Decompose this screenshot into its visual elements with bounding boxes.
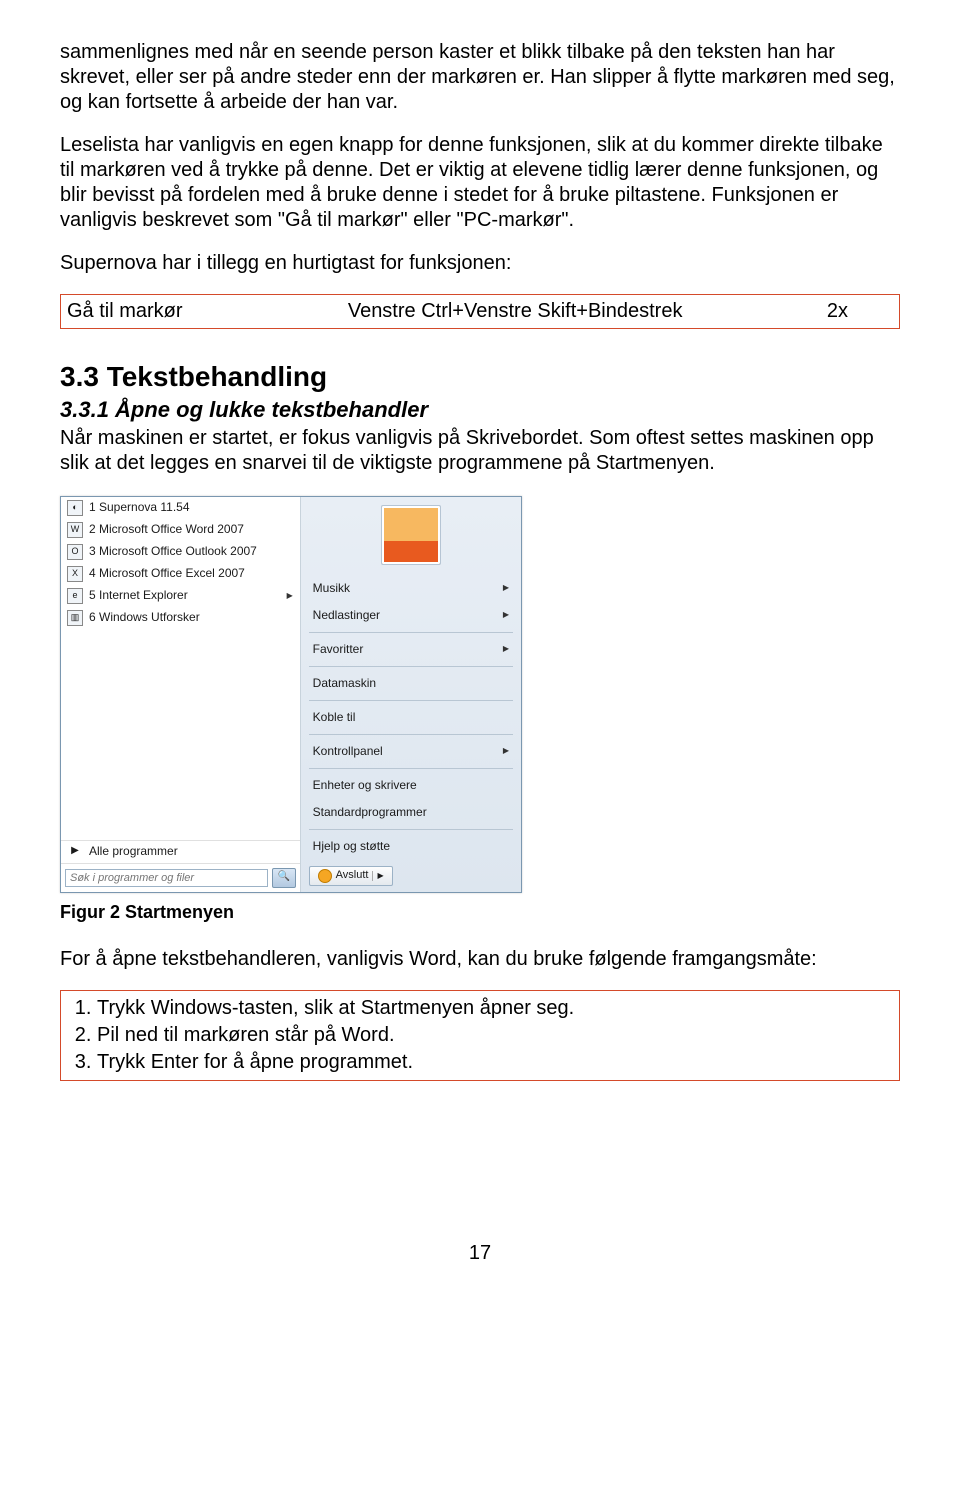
separator: [309, 829, 513, 830]
separator: [309, 632, 513, 633]
figure-startmenu: ◐ 1 Supernova 11.54 W 2 Microsoft Office Wo…: [60, 496, 900, 893]
explorer-icon: ▥: [67, 610, 83, 626]
step-item: Pil ned til markøren står på Word.: [97, 1022, 889, 1049]
start-menu-right-item[interactable]: Hjelp og støtte: [301, 833, 521, 860]
start-menu-right-label: Favoritter: [313, 642, 364, 657]
step-item: Trykk Windows-tasten, slik at Startmenye…: [97, 995, 889, 1022]
figure-caption: Figur 2 Startmenyen: [60, 901, 900, 924]
separator: [309, 734, 513, 735]
chevron-right-icon: ▶: [286, 592, 294, 600]
start-menu-right-item[interactable]: Favoritter ▶: [301, 636, 521, 663]
start-menu-item-label: 5 Internet Explorer: [89, 588, 280, 603]
chevron-right-icon: ▶: [503, 610, 509, 620]
start-menu-right-item[interactable]: Musikk ▶: [301, 575, 521, 602]
shutdown-label: Avslutt: [336, 869, 369, 883]
power-icon: [318, 869, 332, 883]
start-menu-right-label: Hjelp og støtte: [313, 839, 390, 854]
paragraph-3: Supernova har i tillegg en hurtigtast fo…: [60, 251, 900, 276]
start-menu-right-item[interactable]: Standardprogrammer: [301, 799, 521, 826]
start-menu-right-pane: Musikk ▶ Nedlastinger ▶ Favoritter ▶ Datamaski…: [301, 497, 521, 892]
step-item: Trykk Enter for å åpne programmet.: [97, 1049, 889, 1076]
start-menu-left-pane: ◐ 1 Supernova 11.54 W 2 Microsoft Office Wo…: [61, 497, 301, 892]
all-programs-label: Alle programmer: [89, 844, 294, 859]
start-menu-right-label: Nedlastinger: [313, 608, 380, 623]
search-button[interactable]: 🔍: [272, 868, 296, 888]
user-picture[interactable]: [381, 505, 441, 565]
search-icon: 🔍: [277, 871, 289, 884]
search-input[interactable]: [65, 869, 268, 887]
separator: [309, 666, 513, 667]
excel-icon: X: [67, 566, 83, 582]
start-menu-right-label: Kontrollpanel: [313, 744, 383, 759]
shutdown-row: Avslutt ▶: [301, 860, 521, 892]
outlook-icon: O: [67, 544, 83, 560]
shortcut-name: Gå til markør: [67, 299, 348, 324]
shortcut-keys: Venstre Ctrl+Venstre Skift+Bindestrek: [348, 299, 827, 324]
start-menu-right-label: Koble til: [313, 710, 356, 725]
start-menu-item-label: 6 Windows Utforsker: [89, 610, 294, 625]
start-menu-item-label: 4 Microsoft Office Excel 2007: [89, 566, 294, 581]
start-menu: ◐ 1 Supernova 11.54 W 2 Microsoft Office Wo…: [60, 496, 522, 893]
heading-2: 3.3 Tekstbehandling: [60, 359, 900, 394]
start-menu-item-label: 3 Microsoft Office Outlook 2007: [89, 544, 294, 559]
start-menu-item[interactable]: e 5 Internet Explorer ▶: [61, 585, 300, 607]
start-menu-right-label: Enheter og skrivere: [313, 778, 417, 793]
shutdown-button[interactable]: Avslutt ▶: [309, 866, 393, 886]
supernova-icon: ◐: [67, 500, 83, 516]
shortcut-box: Gå til markør Venstre Ctrl+Venstre Skift…: [60, 294, 900, 329]
paragraph-4: Når maskinen er startet, er fokus vanlig…: [60, 426, 900, 476]
heading-3: 3.3.1 Åpne og lukke tekstbehandler: [60, 396, 900, 424]
paragraph-1: sammenlignes med når en seende person ka…: [60, 40, 900, 115]
shortcut-count: 2x: [827, 299, 893, 324]
separator: [309, 700, 513, 701]
page-number: 17: [60, 1241, 900, 1266]
all-programs-item[interactable]: ▶ Alle programmer: [61, 841, 300, 863]
separator: [309, 768, 513, 769]
search-row: 🔍: [61, 863, 300, 892]
start-menu-right-item[interactable]: Nedlastinger ▶: [301, 602, 521, 629]
ie-icon: e: [67, 588, 83, 604]
chevron-right-icon: ▶: [503, 583, 509, 593]
start-menu-right-item[interactable]: Kontrollpanel ▶: [301, 738, 521, 765]
start-menu-right-item[interactable]: Koble til: [301, 704, 521, 731]
start-menu-item[interactable]: ▥ 6 Windows Utforsker: [61, 607, 300, 629]
start-menu-right-label: Datamaskin: [313, 676, 376, 691]
steps-box: Trykk Windows-tasten, slik at Startmenye…: [60, 990, 900, 1081]
start-menu-right-label: Musikk: [313, 581, 350, 596]
chevron-right-icon: ▶: [372, 871, 383, 881]
start-menu-right-item[interactable]: Datamaskin: [301, 670, 521, 697]
start-menu-right-item[interactable]: Enheter og skrivere: [301, 772, 521, 799]
paragraph-5: For å åpne tekstbehandleren, vanligvis W…: [60, 947, 900, 972]
start-menu-item[interactable]: X 4 Microsoft Office Excel 2007: [61, 563, 300, 585]
start-menu-item[interactable]: ◐ 1 Supernova 11.54: [61, 497, 300, 519]
start-menu-right-label: Standardprogrammer: [313, 805, 427, 820]
word-icon: W: [67, 522, 83, 538]
steps-list: Trykk Windows-tasten, slik at Startmenye…: [71, 995, 889, 1076]
chevron-right-icon: ▶: [503, 746, 509, 756]
paragraph-2: Leselista har vanligvis en egen knapp fo…: [60, 133, 900, 233]
start-menu-item[interactable]: O 3 Microsoft Office Outlook 2007: [61, 541, 300, 563]
chevron-right-icon: ▶: [67, 844, 83, 860]
start-menu-item-label: 2 Microsoft Office Word 2007: [89, 522, 294, 537]
chevron-right-icon: ▶: [503, 644, 509, 654]
start-menu-item[interactable]: W 2 Microsoft Office Word 2007: [61, 519, 300, 541]
start-menu-item-label: 1 Supernova 11.54: [89, 500, 294, 515]
